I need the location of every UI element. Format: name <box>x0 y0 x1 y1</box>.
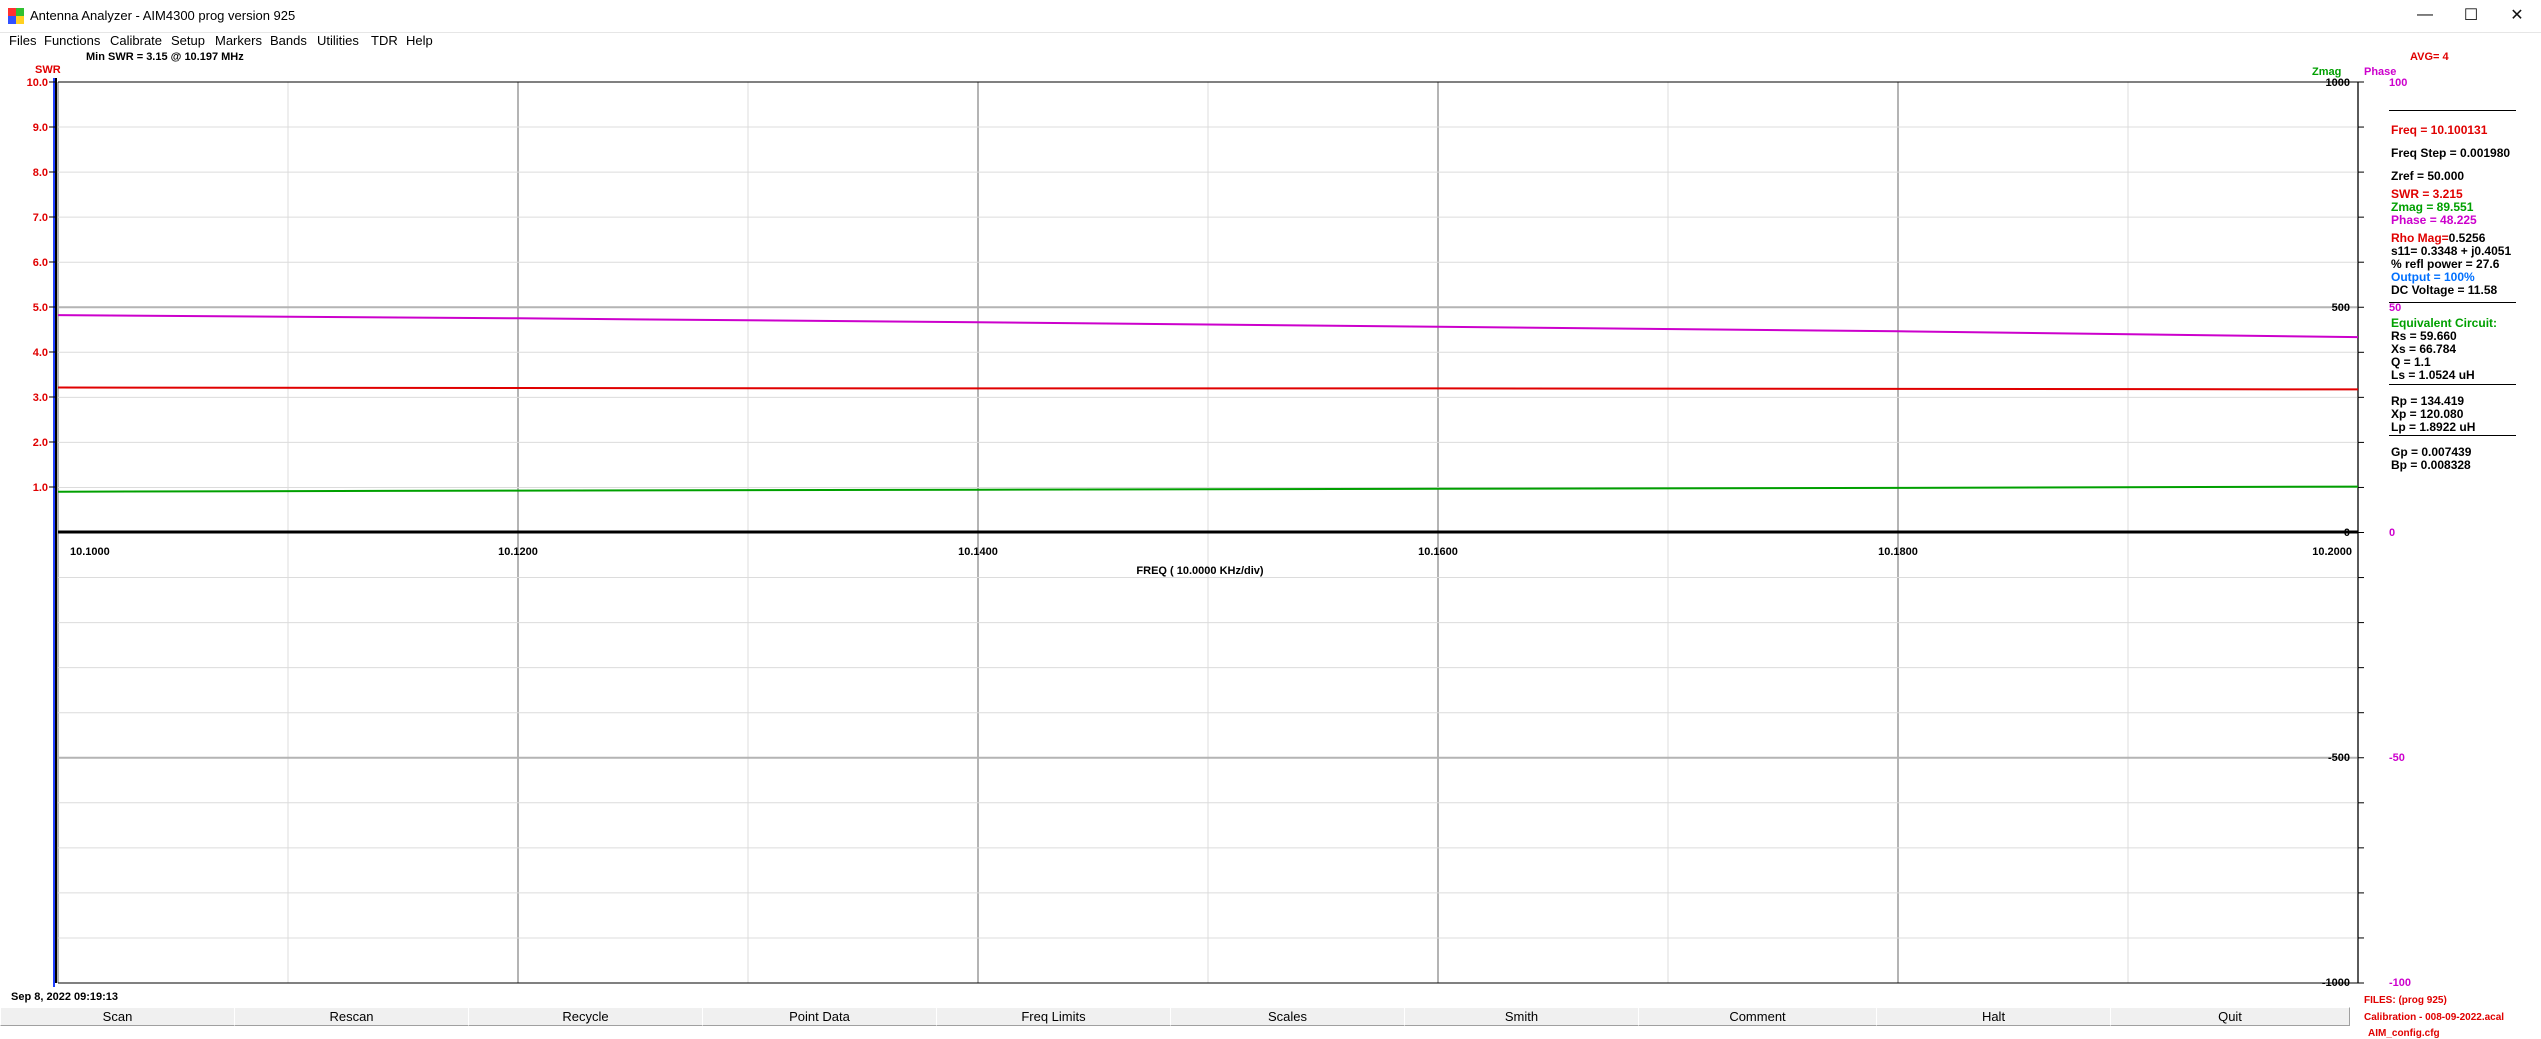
xp-readout: Xp = 120.080 <box>2391 407 2464 421</box>
lp-readout: Lp = 1.8922 uH <box>2391 420 2476 434</box>
swr-tick-label: 7.0 <box>33 212 48 224</box>
minimize-icon: — <box>2417 6 2433 23</box>
button-bar: Scan Rescan Recycle Point Data Freq Limi… <box>0 1007 2541 1026</box>
zmag-tick-label: 1000 <box>2326 77 2350 89</box>
phase-tick-label: 50 <box>2389 302 2401 314</box>
x-tick-label: 10.2000 <box>2312 546 2352 558</box>
menu-setup[interactable]: Setup <box>171 33 205 48</box>
menu-bar: Files Functions Calibrate Setup Markers … <box>0 32 2541 52</box>
swr-tick-label: 1.0 <box>33 482 48 494</box>
menu-utilities[interactable]: Utilities <box>317 33 359 48</box>
files-label: FILES: (prog 925) <box>2364 995 2447 1006</box>
rho-readout: Rho Mag=0.5256 <box>2391 231 2485 245</box>
swr-axis-label: SWR <box>35 64 61 76</box>
x-tick-label: 10.1000 <box>70 546 110 558</box>
x-tick-label: 10.1400 <box>958 546 998 558</box>
swr-tick-label: 8.0 <box>33 167 48 179</box>
menu-calibrate[interactable]: Calibrate <box>110 33 162 48</box>
s11-readout: s11= 0.3348 + j0.4051 <box>2391 244 2512 258</box>
rho-value: 0.5256 <box>2448 231 2486 245</box>
comment-button[interactable]: Comment <box>1638 1007 1877 1026</box>
menu-tdr[interactable]: TDR <box>371 33 398 48</box>
swr-tick-label: 6.0 <box>33 257 48 269</box>
phase-readout: Phase = 48.225 <box>2391 213 2477 227</box>
swr-tick-label: 5.0 <box>33 302 48 314</box>
zref-readout: Zref = 50.000 <box>2391 169 2465 183</box>
ls-readout: Ls = 1.0524 uH <box>2391 368 2475 382</box>
close-button[interactable]: ✕ <box>2494 0 2540 30</box>
recycle-button[interactable]: Recycle <box>468 1007 703 1026</box>
freq-readout: Freq = 10.100131 <box>2391 123 2488 137</box>
scan-button[interactable]: Scan <box>0 1007 235 1026</box>
rescan-button[interactable]: Rescan <box>234 1007 469 1026</box>
zmag-tick-label: -500 <box>2328 752 2350 764</box>
min-swr-readout: Min SWR = 3.15 @ 10.197 MHz <box>86 51 244 63</box>
maximize-icon: ☐ <box>2463 7 2479 24</box>
phase-tick-label: -100 <box>2389 977 2411 989</box>
series-line-swr <box>57 386 2359 391</box>
refl-power-readout: % refl power = 27.6 <box>2391 257 2500 271</box>
config-file: AIM_config.cfg <box>2368 1028 2440 1039</box>
x-tick-label: 10.1600 <box>1418 546 1458 558</box>
phase-tick-label: 0 <box>2389 527 2395 539</box>
zmag-readout: Zmag = 89.551 <box>2391 200 2474 214</box>
swr-tick-label: 3.0 <box>33 392 48 404</box>
zmag-tick-label: 500 <box>2332 302 2350 314</box>
smith-button[interactable]: Smith <box>1404 1007 1639 1026</box>
readout-divider <box>2389 302 2516 303</box>
point-data-button[interactable]: Point Data <box>702 1007 937 1026</box>
dc-voltage-readout: DC Voltage = 11.58 <box>2391 283 2498 297</box>
zmag-axis-label: Zmag <box>2312 66 2342 78</box>
freq-step-readout: Freq Step = 0.001980 <box>2391 146 2511 160</box>
menu-markers[interactable]: Markers <box>215 33 262 48</box>
window-title: Antenna Analyzer - AIM4300 prog version … <box>30 8 296 23</box>
rp-readout: Rp = 134.419 <box>2391 394 2465 408</box>
phase-tick-label: 100 <box>2389 77 2407 89</box>
zmag-tick-label: 0 <box>2344 527 2350 539</box>
close-icon: ✕ <box>2510 7 2524 24</box>
readout-divider <box>2389 384 2516 385</box>
swr-tick-label: 2.0 <box>33 437 48 449</box>
rs-readout: Rs = 59.660 <box>2391 329 2457 343</box>
swr-tick-label: 4.0 <box>33 347 48 359</box>
halt-button[interactable]: Halt <box>1876 1007 2111 1026</box>
readout-divider <box>2389 110 2516 111</box>
analyzer-plot: 10.09.08.07.06.05.04.03.02.01.010005000-… <box>27 77 2411 989</box>
x-tick-label: 10.1800 <box>1878 546 1918 558</box>
quit-button[interactable]: Quit <box>2110 1007 2350 1026</box>
minimize-button[interactable]: — <box>2402 0 2448 30</box>
swr-tick-label: 9.0 <box>33 122 48 134</box>
equivalent-circuit-title: Equivalent Circuit: <box>2391 316 2498 330</box>
swr-tick-label: 10.0 <box>27 77 48 89</box>
menu-functions[interactable]: Functions <box>44 33 100 48</box>
freq-limits-button[interactable]: Freq Limits <box>936 1007 1171 1026</box>
scales-button[interactable]: Scales <box>1170 1007 1405 1026</box>
output-readout: Output = 100% <box>2391 270 2475 284</box>
zmag-tick-label: -1000 <box>2322 977 2350 989</box>
bp-readout: Bp = 0.008328 <box>2391 458 2471 472</box>
swr-readout: SWR = 3.215 <box>2391 187 2463 201</box>
title-bar: Antenna Analyzer - AIM4300 prog version … <box>0 0 2541 33</box>
series-line-phase <box>57 314 2359 339</box>
avg-readout: AVG= 4 <box>2410 51 2449 63</box>
readout-divider <box>2389 435 2516 436</box>
x-tick-label: 10.1200 <box>498 546 538 558</box>
xs-readout: Xs = 66.784 <box>2391 342 2457 356</box>
x-axis-label: FREQ ( 10.0000 KHz/div) <box>1136 565 1263 577</box>
gp-readout: Gp = 0.007439 <box>2391 445 2472 459</box>
phase-axis-label: Phase <box>2364 66 2397 78</box>
timestamp: Sep 8, 2022 09:19:13 <box>11 991 119 1003</box>
phase-tick-label: -50 <box>2389 752 2405 764</box>
maximize-button[interactable]: ☐ <box>2448 0 2494 30</box>
menu-help[interactable]: Help <box>406 33 433 48</box>
menu-bands[interactable]: Bands <box>270 33 307 48</box>
series-line-zmag <box>57 485 2359 493</box>
menu-files[interactable]: Files <box>9 33 36 48</box>
app-icon <box>8 8 24 24</box>
rho-label: Rho Mag= <box>2391 231 2449 245</box>
q-readout: Q = 1.1 <box>2391 355 2431 369</box>
